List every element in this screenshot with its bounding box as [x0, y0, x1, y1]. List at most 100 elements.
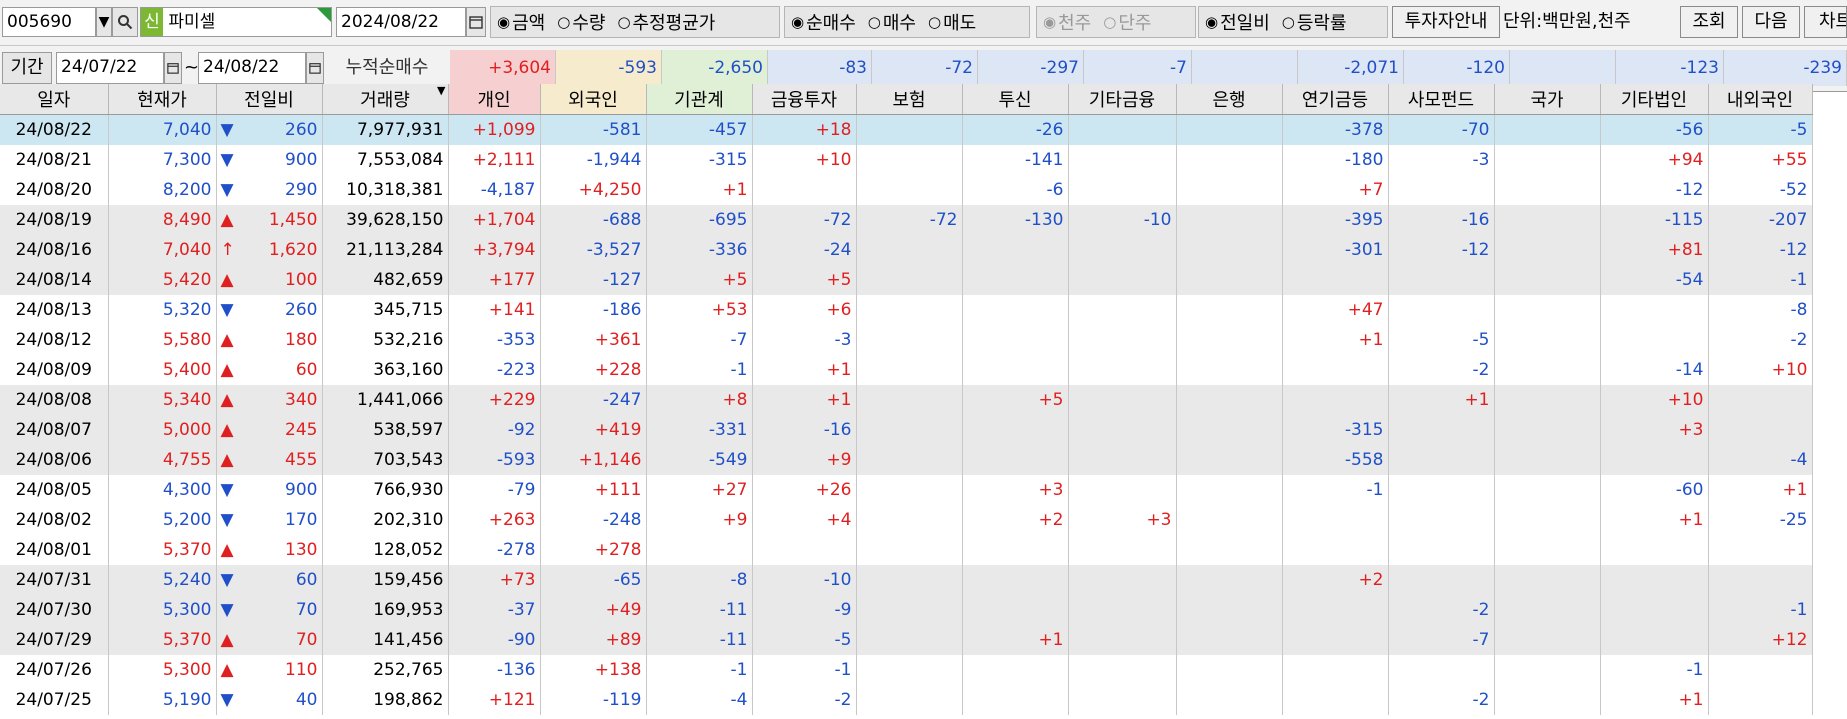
radio-sell[interactable]: ○ 매도 [928, 9, 976, 35]
volume-cell: 198,862 [322, 685, 449, 715]
column-header[interactable]: 사모펀드 [1388, 84, 1495, 115]
radio-buy[interactable]: ○ 매수 [868, 9, 916, 35]
column-header[interactable]: 연기금등 [1282, 84, 1389, 115]
table-row[interactable]: 24/08/22 7,040 ▼ 260 7,977,931 +1,099 -581 -457… [0, 114, 1813, 145]
change-value: 60 [295, 570, 318, 590]
table-header: 일자 현재가 전일비 거래량 ▼ 개인 외국인 기관계 금융투자 보험 투신 기타금융 은행 연기금등 사모… [0, 84, 1813, 115]
down-arrow-icon: ▼ [220, 510, 234, 530]
table-row[interactable]: 24/08/09 5,400 ▲ 60 363,160 -223 +228 -1 +1 -2 -14… [0, 355, 1813, 385]
table-row[interactable]: 24/07/30 5,300 ▼ 70 169,953 -37 +49 -11 -9 -2 -1 [0, 595, 1813, 625]
table-row[interactable]: 24/08/01 5,370 ▲ 130 128,052 -278 +278 [0, 535, 1813, 565]
price-cell: 5,200 [108, 505, 217, 535]
dropdown-arrow-icon[interactable]: ▼ [96, 7, 112, 37]
radio-change-rate[interactable]: ○ 등락률 [1282, 9, 1347, 35]
table-row[interactable]: 24/08/02 5,200 ▼ 170 202,310 +263 -248 +9 +4 +2 +3… [0, 505, 1813, 535]
investor-value-cell [856, 685, 963, 715]
calendar-icon[interactable] [164, 52, 182, 84]
column-header[interactable]: 기타금융 [1068, 84, 1177, 115]
period-from-input[interactable]: 24/07/22 [56, 52, 164, 84]
cumulative-value: -7 [1084, 50, 1192, 86]
investor-value-cell: -1 [1708, 265, 1813, 295]
table-row[interactable]: 24/07/29 5,370 ▲ 70 141,456 -90 +89 -11 -5 +1 -7 +1… [0, 625, 1813, 655]
calendar-icon[interactable] [306, 52, 324, 84]
investor-value-cell [856, 295, 963, 325]
table-row[interactable]: 24/07/25 5,190 ▼ 40 198,862 +121 -119 -4 -2 -2 +1 [0, 685, 1813, 715]
column-header[interactable]: 개인 [448, 84, 541, 115]
investor-value-cell: -315 [646, 145, 753, 175]
investor-value-cell [1068, 355, 1177, 385]
search-icon[interactable] [112, 7, 138, 37]
radio-est-avg-price[interactable]: ○ 추정평균가 [617, 9, 715, 35]
table-row[interactable]: 24/08/05 4,300 ▼ 900 766,930 -79 +111 +27 +26 +3 -… [0, 475, 1813, 505]
price-cell: 5,240 [108, 565, 217, 595]
investor-value-cell [1494, 685, 1601, 715]
table-row[interactable]: 24/08/06 4,755 ▲ 455 703,543 -593 +1,146 -549 +9… [0, 445, 1813, 475]
table-row[interactable]: 24/08/08 5,340 ▲ 340 1,441,066 +229 -247 +8 +1 +5… [0, 385, 1813, 415]
radio-amount[interactable]: ◉ 금액 [497, 9, 545, 35]
table-row[interactable]: 24/08/19 8,490 ▲ 1,450 39,628,150 +1,704 -688-… [0, 205, 1813, 235]
investor-value-cell: -695 [646, 205, 753, 235]
investor-value-cell [1494, 505, 1601, 535]
column-header[interactable]: 기타법인 [1600, 84, 1709, 115]
column-header[interactable]: 외국인 [540, 84, 647, 115]
investor-value-cell: -2 [1388, 355, 1495, 385]
price-cell: 7,040 [108, 235, 217, 265]
period-to-input[interactable]: 24/08/22 [198, 52, 306, 84]
investor-value-cell: +10 [752, 145, 857, 175]
change-value: 290 [285, 180, 318, 200]
column-header[interactable]: 전일비 [216, 84, 323, 115]
investor-value-cell: -12 [1388, 235, 1495, 265]
date-input[interactable]: 2024/08/22 [336, 7, 466, 37]
cumulative-value [1192, 50, 1298, 86]
investor-value-cell [1388, 475, 1495, 505]
cumulative-label: 누적순매수 [345, 57, 429, 78]
table-row[interactable]: 24/08/16 7,040 ↑ 1,620 21,113,284 +3,794 -3,52… [0, 235, 1813, 265]
column-header[interactable]: 국가 [1494, 84, 1601, 115]
chart-button[interactable]: 차트 [1804, 6, 1847, 38]
calendar-icon[interactable] [466, 7, 486, 37]
table-row[interactable]: 24/08/13 5,320 ▼ 260 345,715 +141 -186 +53 +6 +47… [0, 295, 1813, 325]
query-button[interactable]: 조회 [1680, 6, 1738, 38]
date-cell: 24/08/06 [0, 445, 109, 475]
investor-value-cell [1176, 445, 1283, 475]
column-header[interactable]: 거래량 ▼ [322, 84, 449, 115]
table-row[interactable]: 24/07/31 5,240 ▼ 60 159,456 +73 -65 -8 -10 +2 [0, 565, 1813, 595]
investor-value-cell [962, 685, 1069, 715]
radio-prev-day[interactable]: ◉ 전일비 [1205, 9, 1270, 35]
investor-value-cell: +8 [646, 385, 753, 415]
column-header[interactable]: 금융투자 [752, 84, 857, 115]
radio-single-shares[interactable]: ○ 단주 [1103, 9, 1151, 35]
volume-cell: 7,977,931 [322, 114, 449, 145]
radio-label: 전일비 [1220, 13, 1270, 34]
table-row[interactable]: 24/08/20 8,200 ▼ 290 10,318,381 -4,187 +4,250 +… [0, 175, 1813, 205]
column-header[interactable]: 은행 [1176, 84, 1283, 115]
investor-value-cell: -25 [1708, 505, 1813, 535]
investor-value-cell: -141 [962, 145, 1069, 175]
table-row[interactable]: 24/08/12 5,580 ▲ 180 532,216 -353 +361 -7 -3 +1 -5… [0, 325, 1813, 355]
table-row[interactable]: 24/08/07 5,000 ▲ 245 538,597 -92 +419 -331 -16 -3… [0, 415, 1813, 445]
column-header[interactable]: 보험 [856, 84, 963, 115]
investor-value-cell: +89 [540, 625, 647, 655]
radio-thousand-shares[interactable]: ◉ 천주 [1043, 9, 1091, 35]
investor-value-cell [1068, 595, 1177, 625]
corner-flag-icon [317, 8, 331, 22]
radio-quantity[interactable]: ○ 수량 [557, 9, 605, 35]
stock-name-field[interactable]: 신 파미셀 [140, 7, 332, 37]
stock-code-input[interactable]: 005690 [2, 7, 96, 37]
change-value: 180 [285, 330, 318, 350]
table-row[interactable]: 24/07/26 5,300 ▲ 110 252,765 -136 +138 -1 -1 -1 [0, 655, 1813, 685]
column-header[interactable]: 일자 [0, 84, 109, 115]
column-header[interactable]: 현재가 [108, 84, 217, 115]
price-cell: 5,300 [108, 595, 217, 625]
column-header[interactable]: 투신 [962, 84, 1069, 115]
radio-net-buy[interactable]: ◉ 순매수 [791, 9, 856, 35]
investor-guide-button[interactable]: 투자자안내 [1392, 6, 1500, 38]
column-header[interactable]: 내외국인 [1708, 84, 1813, 115]
sort-dropdown-icon[interactable]: ▼ [437, 84, 445, 97]
column-header[interactable]: 기관계 [646, 84, 753, 115]
investor-value-cell [1176, 655, 1283, 685]
investor-value-cell [856, 655, 963, 685]
next-button[interactable]: 다음 [1742, 6, 1800, 38]
table-row[interactable]: 24/08/21 7,300 ▼ 900 7,553,084 +2,111 -1,944 -3… [0, 145, 1813, 175]
table-row[interactable]: 24/08/14 5,420 ▲ 100 482,659 +177 -127 +5 +5 -54-… [0, 265, 1813, 295]
